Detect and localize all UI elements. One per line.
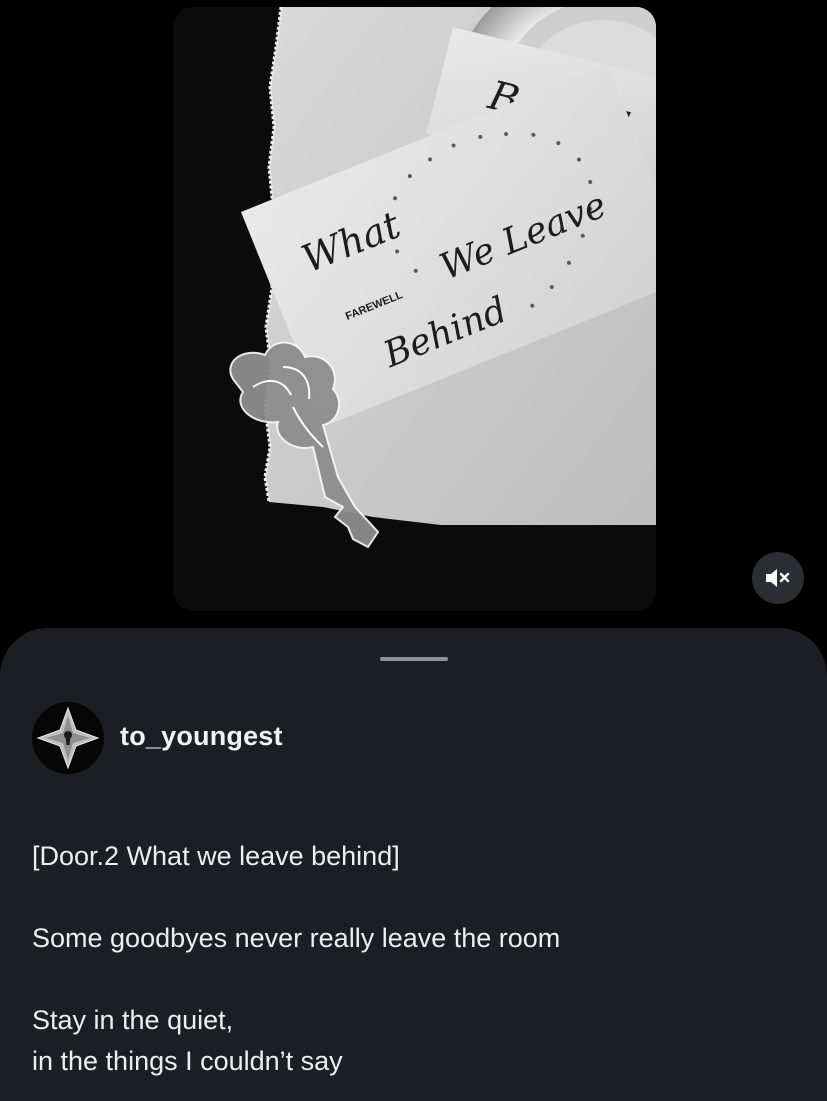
speaker-muted-icon xyxy=(766,569,790,587)
ninja-star-keyhole-icon xyxy=(32,702,104,774)
media-photo: Behind What FAREWELL We Leave Behind xyxy=(173,7,656,611)
drag-handle[interactable] xyxy=(380,657,448,661)
post-caption: [Door.2 What we leave behind] Some goodb… xyxy=(32,836,792,1082)
mute-button[interactable] xyxy=(752,552,804,604)
username[interactable]: to_youngest xyxy=(120,721,283,752)
caption-line: Stay in the quiet, xyxy=(32,1005,234,1035)
caption-title: [Door.2 What we leave behind] xyxy=(32,841,400,871)
caption-sheet[interactable]: to_youngest [Door.2 What we leave behind… xyxy=(0,628,827,1101)
caption-line: Some goodbyes never really leave the roo… xyxy=(32,923,561,953)
post-media[interactable]: Behind What FAREWELL We Leave Behind xyxy=(173,7,656,611)
caption-line: in the things I couldn’t say xyxy=(32,1046,343,1076)
story-screen: Behind What FAREWELL We Leave Behind xyxy=(0,0,827,1101)
avatar[interactable] xyxy=(32,702,104,774)
